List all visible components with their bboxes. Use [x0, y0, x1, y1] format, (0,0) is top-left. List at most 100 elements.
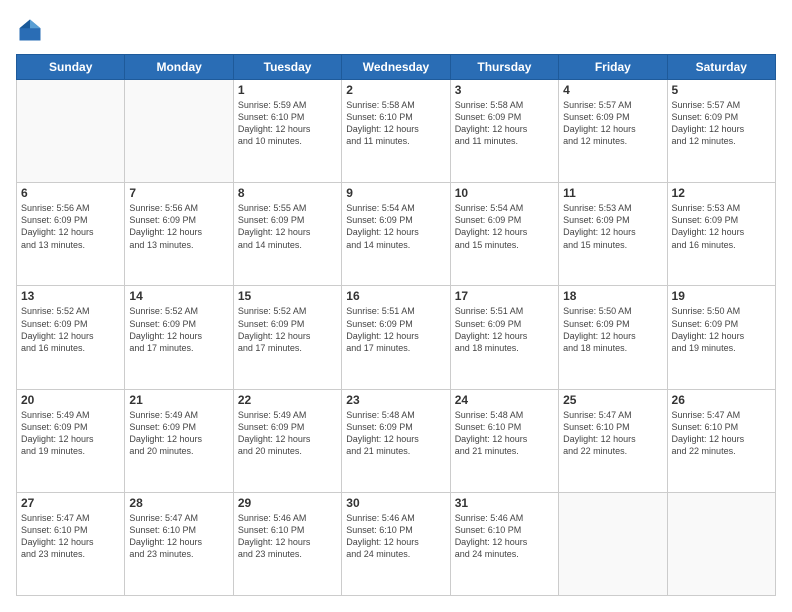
- day-number: 24: [455, 393, 554, 407]
- day-number: 26: [672, 393, 771, 407]
- calendar-cell: 3 Sunrise: 5:58 AM Sunset: 6:09 PM Daylig…: [450, 80, 558, 183]
- day-info: Sunrise: 5:49 AM Sunset: 6:09 PM Dayligh…: [129, 409, 228, 458]
- weekday-header: Thursday: [450, 55, 558, 80]
- day-number: 11: [563, 186, 662, 200]
- day-number: 9: [346, 186, 445, 200]
- day-info: Sunrise: 5:47 AM Sunset: 6:10 PM Dayligh…: [563, 409, 662, 458]
- day-number: 4: [563, 83, 662, 97]
- calendar-cell: [125, 80, 233, 183]
- day-info: Sunrise: 5:56 AM Sunset: 6:09 PM Dayligh…: [21, 202, 120, 251]
- day-number: 10: [455, 186, 554, 200]
- calendar-cell: 5 Sunrise: 5:57 AM Sunset: 6:09 PM Daylig…: [667, 80, 775, 183]
- day-info: Sunrise: 5:46 AM Sunset: 6:10 PM Dayligh…: [346, 512, 445, 561]
- weekday-header: Sunday: [17, 55, 125, 80]
- day-number: 15: [238, 289, 337, 303]
- weekday-header: Tuesday: [233, 55, 341, 80]
- calendar-cell: 23 Sunrise: 5:48 AM Sunset: 6:09 PM Dayli…: [342, 389, 450, 492]
- calendar-body: 1 Sunrise: 5:59 AM Sunset: 6:10 PM Daylig…: [17, 80, 776, 596]
- day-number: 19: [672, 289, 771, 303]
- day-number: 5: [672, 83, 771, 97]
- calendar-cell: 17 Sunrise: 5:51 AM Sunset: 6:09 PM Dayli…: [450, 286, 558, 389]
- calendar-cell: 6 Sunrise: 5:56 AM Sunset: 6:09 PM Daylig…: [17, 183, 125, 286]
- weekday-header: Saturday: [667, 55, 775, 80]
- day-info: Sunrise: 5:50 AM Sunset: 6:09 PM Dayligh…: [563, 305, 662, 354]
- day-number: 31: [455, 496, 554, 510]
- day-info: Sunrise: 5:46 AM Sunset: 6:10 PM Dayligh…: [238, 512, 337, 561]
- day-info: Sunrise: 5:54 AM Sunset: 6:09 PM Dayligh…: [455, 202, 554, 251]
- calendar-cell: 1 Sunrise: 5:59 AM Sunset: 6:10 PM Daylig…: [233, 80, 341, 183]
- calendar-cell: 24Sunrise: 5:48 AM Sunset: 6:10 PM Dayli…: [450, 389, 558, 492]
- day-number: 30: [346, 496, 445, 510]
- day-number: 13: [21, 289, 120, 303]
- calendar-week-row: 13 Sunrise: 5:52 AM Sunset: 6:09 PM Dayli…: [17, 286, 776, 389]
- day-info: Sunrise: 5:53 AM Sunset: 6:09 PM Dayligh…: [672, 202, 771, 251]
- day-info: Sunrise: 5:50 AM Sunset: 6:09 PM Dayligh…: [672, 305, 771, 354]
- header: [16, 16, 776, 44]
- day-number: 23: [346, 393, 445, 407]
- day-number: 3: [455, 83, 554, 97]
- calendar-cell: 22Sunrise: 5:49 AM Sunset: 6:09 PM Dayli…: [233, 389, 341, 492]
- day-number: 27: [21, 496, 120, 510]
- calendar-table: SundayMondayTuesdayWednesdayThursdayFrid…: [16, 54, 776, 596]
- calendar-cell: 31 Sunrise: 5:46 AM Sunset: 6:10 PM Dayli…: [450, 492, 558, 595]
- day-number: 8: [238, 186, 337, 200]
- weekday-header: Monday: [125, 55, 233, 80]
- calendar-cell: 15 Sunrise: 5:52 AM Sunset: 6:09 PM Dayli…: [233, 286, 341, 389]
- day-info: Sunrise: 5:51 AM Sunset: 6:09 PM Dayligh…: [455, 305, 554, 354]
- day-info: Sunrise: 5:47 AM Sunset: 6:10 PM Dayligh…: [21, 512, 120, 561]
- day-number: 29: [238, 496, 337, 510]
- calendar-week-row: 1 Sunrise: 5:59 AM Sunset: 6:10 PM Daylig…: [17, 80, 776, 183]
- calendar-header: SundayMondayTuesdayWednesdayThursdayFrid…: [17, 55, 776, 80]
- day-info: Sunrise: 5:52 AM Sunset: 6:09 PM Dayligh…: [238, 305, 337, 354]
- day-number: 7: [129, 186, 228, 200]
- day-info: Sunrise: 5:49 AM Sunset: 6:09 PM Dayligh…: [21, 409, 120, 458]
- calendar-cell: 29 Sunrise: 5:46 AM Sunset: 6:10 PM Dayli…: [233, 492, 341, 595]
- day-number: 17: [455, 289, 554, 303]
- logo: [16, 16, 48, 44]
- calendar-cell: [667, 492, 775, 595]
- day-number: 1: [238, 83, 337, 97]
- day-number: 12: [672, 186, 771, 200]
- calendar-cell: [17, 80, 125, 183]
- day-info: Sunrise: 5:56 AM Sunset: 6:09 PM Dayligh…: [129, 202, 228, 251]
- day-info: Sunrise: 5:52 AM Sunset: 6:09 PM Dayligh…: [129, 305, 228, 354]
- day-number: 22: [238, 393, 337, 407]
- calendar-cell: 25 Sunrise: 5:47 AM Sunset: 6:10 PM Dayli…: [559, 389, 667, 492]
- day-info: Sunrise: 5:55 AM Sunset: 6:09 PM Dayligh…: [238, 202, 337, 251]
- page: SundayMondayTuesdayWednesdayThursdayFrid…: [0, 0, 792, 612]
- day-info: Sunrise: 5:47 AM Sunset: 6:10 PM Dayligh…: [129, 512, 228, 561]
- day-number: 25: [563, 393, 662, 407]
- day-number: 14: [129, 289, 228, 303]
- calendar-cell: 26 Sunrise: 5:47 AM Sunset: 6:10 PM Dayli…: [667, 389, 775, 492]
- calendar-cell: 16Sunrise: 5:51 AM Sunset: 6:09 PM Dayli…: [342, 286, 450, 389]
- day-number: 2: [346, 83, 445, 97]
- day-number: 16: [346, 289, 445, 303]
- day-info: Sunrise: 5:54 AM Sunset: 6:09 PM Dayligh…: [346, 202, 445, 251]
- day-info: Sunrise: 5:47 AM Sunset: 6:10 PM Dayligh…: [672, 409, 771, 458]
- calendar-cell: 20Sunrise: 5:49 AM Sunset: 6:09 PM Dayli…: [17, 389, 125, 492]
- weekday-header: Wednesday: [342, 55, 450, 80]
- calendar-cell: 14 Sunrise: 5:52 AM Sunset: 6:09 PM Dayli…: [125, 286, 233, 389]
- day-info: Sunrise: 5:59 AM Sunset: 6:10 PM Dayligh…: [238, 99, 337, 148]
- day-info: Sunrise: 5:57 AM Sunset: 6:09 PM Dayligh…: [672, 99, 771, 148]
- calendar-cell: 7 Sunrise: 5:56 AM Sunset: 6:09 PM Daylig…: [125, 183, 233, 286]
- day-info: Sunrise: 5:58 AM Sunset: 6:10 PM Dayligh…: [346, 99, 445, 148]
- calendar-cell: 12 Sunrise: 5:53 AM Sunset: 6:09 PM Dayli…: [667, 183, 775, 286]
- calendar-cell: 9 Sunrise: 5:54 AM Sunset: 6:09 PM Daylig…: [342, 183, 450, 286]
- day-info: Sunrise: 5:57 AM Sunset: 6:09 PM Dayligh…: [563, 99, 662, 148]
- calendar-week-row: 20Sunrise: 5:49 AM Sunset: 6:09 PM Dayli…: [17, 389, 776, 492]
- calendar-cell: 18 Sunrise: 5:50 AM Sunset: 6:09 PM Dayli…: [559, 286, 667, 389]
- day-info: Sunrise: 5:58 AM Sunset: 6:09 PM Dayligh…: [455, 99, 554, 148]
- calendar-cell: 30 Sunrise: 5:46 AM Sunset: 6:10 PM Dayli…: [342, 492, 450, 595]
- day-info: Sunrise: 5:48 AM Sunset: 6:09 PM Dayligh…: [346, 409, 445, 458]
- calendar-cell: 21Sunrise: 5:49 AM Sunset: 6:09 PM Dayli…: [125, 389, 233, 492]
- day-number: 6: [21, 186, 120, 200]
- day-info: Sunrise: 5:52 AM Sunset: 6:09 PM Dayligh…: [21, 305, 120, 354]
- weekday-header: Friday: [559, 55, 667, 80]
- day-number: 28: [129, 496, 228, 510]
- day-number: 18: [563, 289, 662, 303]
- calendar-week-row: 6 Sunrise: 5:56 AM Sunset: 6:09 PM Daylig…: [17, 183, 776, 286]
- calendar-cell: 2 Sunrise: 5:58 AM Sunset: 6:10 PM Daylig…: [342, 80, 450, 183]
- weekday-row: SundayMondayTuesdayWednesdayThursdayFrid…: [17, 55, 776, 80]
- day-info: Sunrise: 5:46 AM Sunset: 6:10 PM Dayligh…: [455, 512, 554, 561]
